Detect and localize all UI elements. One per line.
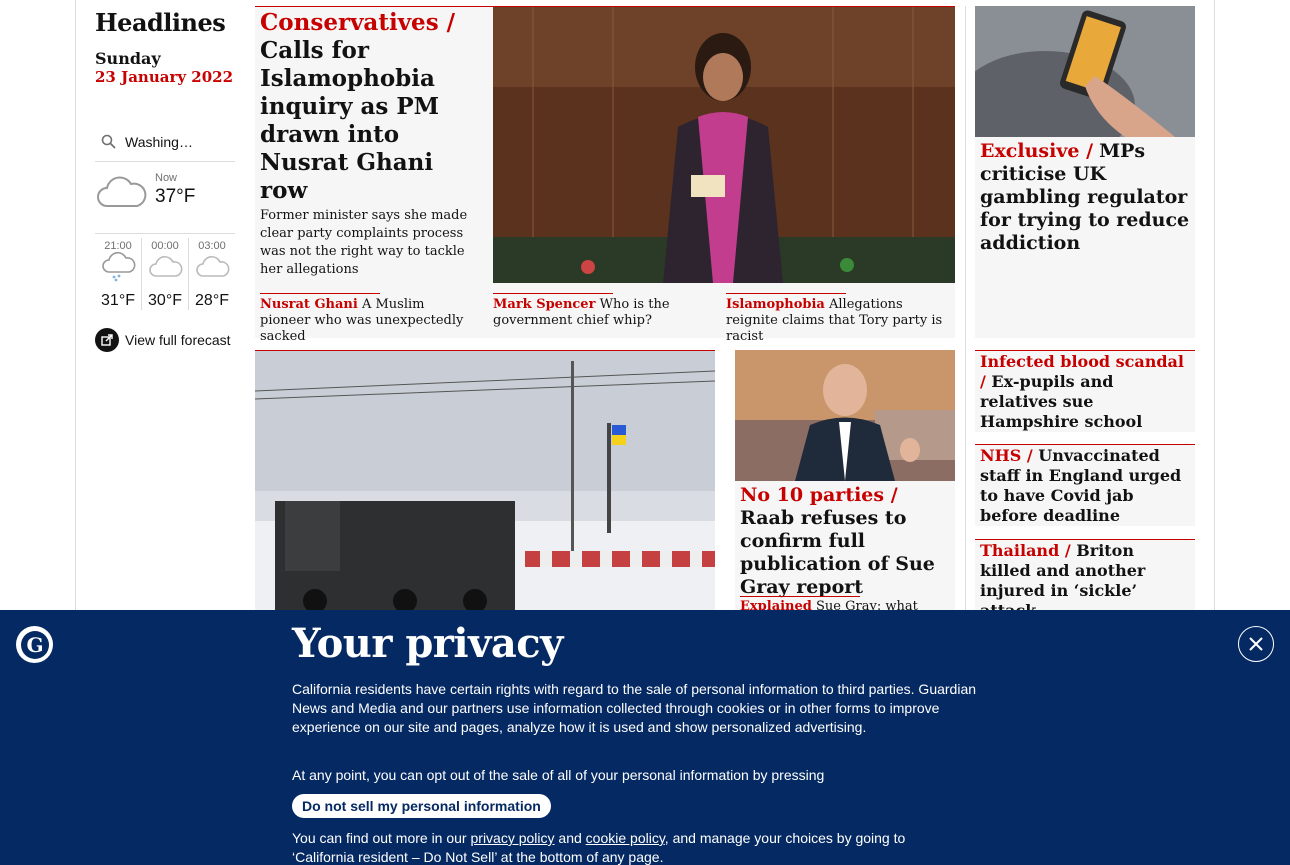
main-story-image[interactable] xyxy=(493,7,955,283)
weather-now: Now 37°F xyxy=(95,168,235,234)
nhs-card[interactable]: NHS / Unvaccinated staff in England urge… xyxy=(975,444,1195,526)
svg-text:G: G xyxy=(26,633,43,657)
sub-link-nusrat[interactable]: Nusrat Ghani A Muslim pioneer who was un… xyxy=(260,297,475,345)
forecast-temp: 31°F xyxy=(101,292,135,309)
list-headline: Ex-pupils and relatives sue Hampshire sc… xyxy=(980,372,1143,431)
headlines-sidebar: Headlines Sunday 23 January 2022 Washing… xyxy=(95,8,240,352)
now-label: Now xyxy=(155,172,178,184)
partly-cloudy-night-icon xyxy=(149,256,183,277)
raab-headline[interactable]: No 10 parties / Raab refuses to confirm … xyxy=(740,484,952,599)
gambling-headline[interactable]: Exclusive / MPs criticise UK gambling re… xyxy=(980,140,1190,255)
sleet-cloud-icon xyxy=(102,252,136,282)
privacy-para-3: You can find out more in our privacy pol… xyxy=(292,829,962,865)
raab-story-card[interactable]: No 10 parties / Raab refuses to confirm … xyxy=(735,350,955,614)
main-headline[interactable]: Conservatives / Calls for Islamophobia i… xyxy=(260,9,488,205)
gambling-story-card[interactable]: Exclusive / MPs criticise UK gambling re… xyxy=(975,6,1195,338)
forecast-time: 03:00 xyxy=(198,240,226,252)
sub-rule xyxy=(740,596,860,597)
forecast-time: 00:00 xyxy=(151,240,179,252)
privacy-policy-link[interactable]: privacy policy xyxy=(471,830,555,846)
now-temp: 37°F xyxy=(155,186,196,207)
raab-kicker: No 10 parties / xyxy=(740,484,898,506)
privacy-para-1: California residents have certain rights… xyxy=(292,681,977,735)
forecast-slot: 21:00 31°F xyxy=(95,238,142,310)
main-headline-text: Calls for Islamophobia inquiry as PM dra… xyxy=(260,37,440,204)
sub-kicker: Mark Spencer xyxy=(493,297,596,312)
view-full-forecast-label: View full forecast xyxy=(125,332,231,348)
raab-image xyxy=(735,350,955,481)
column-divider xyxy=(965,6,966,610)
privacy-banner: G Your privacy California residents have… xyxy=(0,610,1290,865)
gambling-image xyxy=(975,6,1195,137)
search-icon xyxy=(101,134,116,149)
cookie-policy-link[interactable]: cookie policy xyxy=(586,830,665,846)
close-icon xyxy=(1249,637,1263,651)
privacy-para-2: At any point, you can opt out of the sal… xyxy=(292,767,825,783)
close-banner-button[interactable] xyxy=(1238,626,1274,662)
hourly-forecast: 21:00 31°F 00:00 30°F 03:00 28°F xyxy=(95,238,235,310)
view-full-forecast-link[interactable]: View full forecast xyxy=(95,328,231,352)
forecast-temp: 28°F xyxy=(195,292,229,309)
thailand-card[interactable]: Thailand / Briton killed and another inj… xyxy=(975,539,1195,620)
list-kicker: NHS / xyxy=(980,446,1033,465)
sub-rule xyxy=(726,293,846,294)
cloud-icon xyxy=(97,176,147,207)
sub-kicker: Islamophobia xyxy=(726,297,825,312)
location-search[interactable]: Washing… xyxy=(95,122,235,162)
date-full: 23 January 2022 xyxy=(95,68,234,86)
list-kicker: Thailand / xyxy=(980,541,1071,560)
blood-scandal-card[interactable]: Infected blood scandal / Ex-pupils and r… xyxy=(975,350,1195,432)
forecast-time: 21:00 xyxy=(104,240,132,252)
sub-link-mark-spencer[interactable]: Mark Spencer Who is the government chief… xyxy=(493,297,713,329)
sub-rule xyxy=(493,293,613,294)
sub-link-islamophobia[interactable]: Islamophobia Allegations reignite claims… xyxy=(726,297,951,345)
parliament-speaker-image xyxy=(493,7,955,283)
do-not-sell-button[interactable]: Do not sell my personal information xyxy=(292,794,551,818)
raab-headline-text: Raab refuses to confirm full publication… xyxy=(740,507,935,598)
gambling-kicker: Exclusive / xyxy=(980,140,1094,162)
guardian-logo-icon: G xyxy=(16,626,53,663)
privacy-title: Your privacy xyxy=(292,620,563,667)
ukraine-border-image xyxy=(255,351,715,611)
ukraine-story-card[interactable] xyxy=(255,350,715,611)
external-link-icon xyxy=(95,328,119,352)
sub-rule xyxy=(260,293,380,294)
sub-kicker: Nusrat Ghani xyxy=(260,297,358,312)
privacy-and: and xyxy=(558,830,582,846)
privacy-para-3-start: You can find out more in our xyxy=(292,830,467,846)
forecast-temp: 30°F xyxy=(148,292,182,309)
forecast-slot: 03:00 28°F xyxy=(189,238,235,310)
main-standfirst: Former minister says she made clear part… xyxy=(260,208,468,277)
location-input[interactable]: Washing… xyxy=(125,134,193,150)
main-kicker: Conservatives / xyxy=(260,9,456,36)
date-day: Sunday xyxy=(95,49,161,68)
forecast-slot: 00:00 30°F xyxy=(142,238,189,310)
page-title: Headlines xyxy=(95,8,226,37)
main-story-card[interactable]: Conservatives / Calls for Islamophobia i… xyxy=(255,6,955,344)
partly-cloudy-night-icon xyxy=(196,256,230,277)
